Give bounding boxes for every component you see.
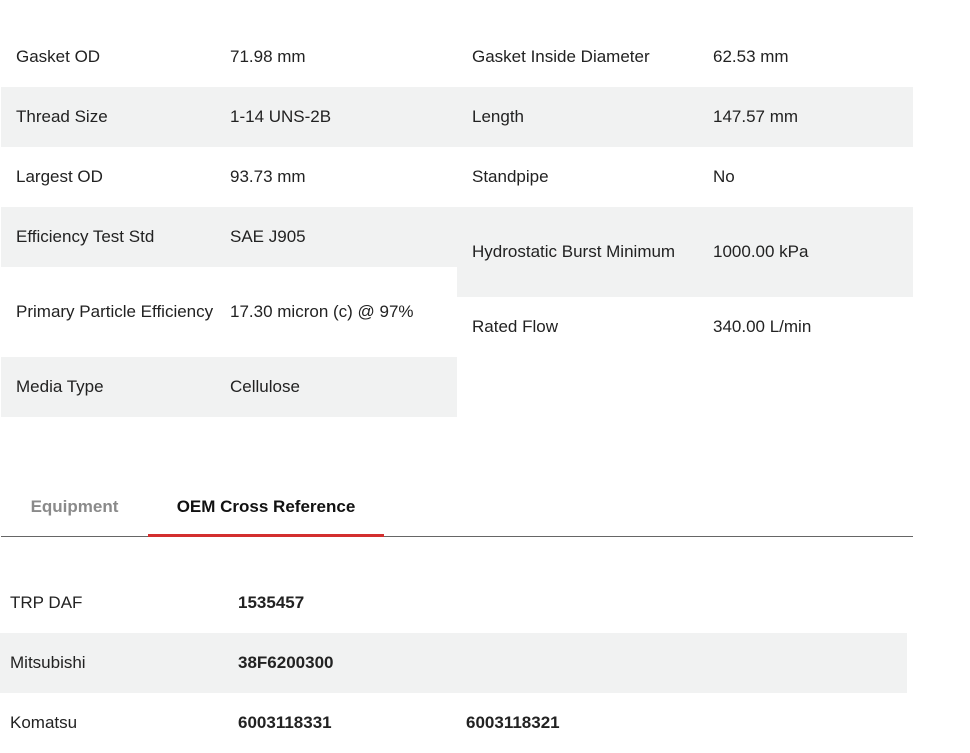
spec-value: 71.98 mm [230, 47, 306, 66]
tab-equipment[interactable]: Equipment [1, 478, 148, 536]
spec-label: Length [472, 107, 524, 126]
tab-bar: Equipment OEM Cross Reference [1, 478, 913, 537]
spec-value: 1-14 UNS-2B [230, 107, 332, 126]
spec-row: Gasket OD 71.98 mm [1, 27, 457, 87]
spec-label: Thread Size [16, 107, 108, 126]
spec-label: Media Type [16, 377, 104, 396]
spec-value: Cellulose [230, 377, 300, 396]
spec-label: Rated Flow [472, 317, 558, 336]
oem-part-number: 6003118331 [238, 713, 332, 732]
oem-brand: TRP DAF [10, 593, 83, 612]
oem-part-number: 38F6200300 [238, 653, 334, 672]
oem-cross-reference-list: TRP DAF 1535457 Mitsubishi 38F6200300 Ko… [0, 573, 907, 753]
tab-oem-cross-reference[interactable]: OEM Cross Reference [148, 478, 384, 537]
spec-value: No [713, 167, 735, 186]
spec-label: Efficiency Test Std [16, 227, 155, 246]
spec-row: Primary Particle Efficiency 17.30 micron… [1, 267, 457, 357]
specs-table-left: Gasket OD 71.98 mm Thread Size 1-14 UNS-… [1, 27, 457, 417]
spec-value: SAE J905 [230, 227, 306, 246]
spec-row: Rated Flow 340.00 L/min [457, 297, 913, 357]
oem-part-number: 1535457 [238, 593, 305, 612]
spec-value: 17.30 micron (c) @ 97% [230, 302, 414, 321]
oem-brand: Komatsu [10, 713, 78, 732]
spec-row: Media Type Cellulose [1, 357, 457, 417]
spec-label: Primary Particle Efficiency [16, 302, 214, 321]
spec-row: Length 147.57 mm [457, 87, 913, 147]
oem-brand: Mitsubishi [10, 653, 86, 672]
spec-row: Thread Size 1-14 UNS-2B [1, 87, 457, 147]
spec-value: 1000.00 kPa [713, 242, 809, 261]
spec-label: Hydrostatic Burst Minimum [472, 242, 676, 261]
cross-reference-row: Komatsu 6003118331 6003118321 [0, 693, 907, 753]
spec-label: Gasket OD [16, 47, 101, 66]
spec-row: Hydrostatic Burst Minimum 1000.00 kPa [457, 207, 913, 297]
spec-value: 340.00 L/min [713, 317, 812, 336]
spec-label: Standpipe [472, 167, 549, 186]
spec-label: Largest OD [16, 167, 103, 186]
cross-reference-row: Mitsubishi 38F6200300 [0, 633, 907, 693]
spec-row: Gasket Inside Diameter 62.53 mm [457, 27, 913, 87]
spec-label: Gasket Inside Diameter [472, 47, 650, 66]
spec-value: 93.73 mm [230, 167, 306, 186]
spec-row: Largest OD 93.73 mm [1, 147, 457, 207]
spec-value: 147.57 mm [713, 107, 799, 126]
oem-part-number: 6003118321 [466, 713, 560, 732]
specs-table-right: Gasket Inside Diameter 62.53 mm Length 1… [457, 27, 913, 357]
spec-row: Efficiency Test Std SAE J905 [1, 207, 457, 267]
spec-value: 62.53 mm [713, 47, 789, 66]
cross-reference-row: TRP DAF 1535457 [0, 573, 907, 633]
spec-row: Standpipe No [457, 147, 913, 207]
